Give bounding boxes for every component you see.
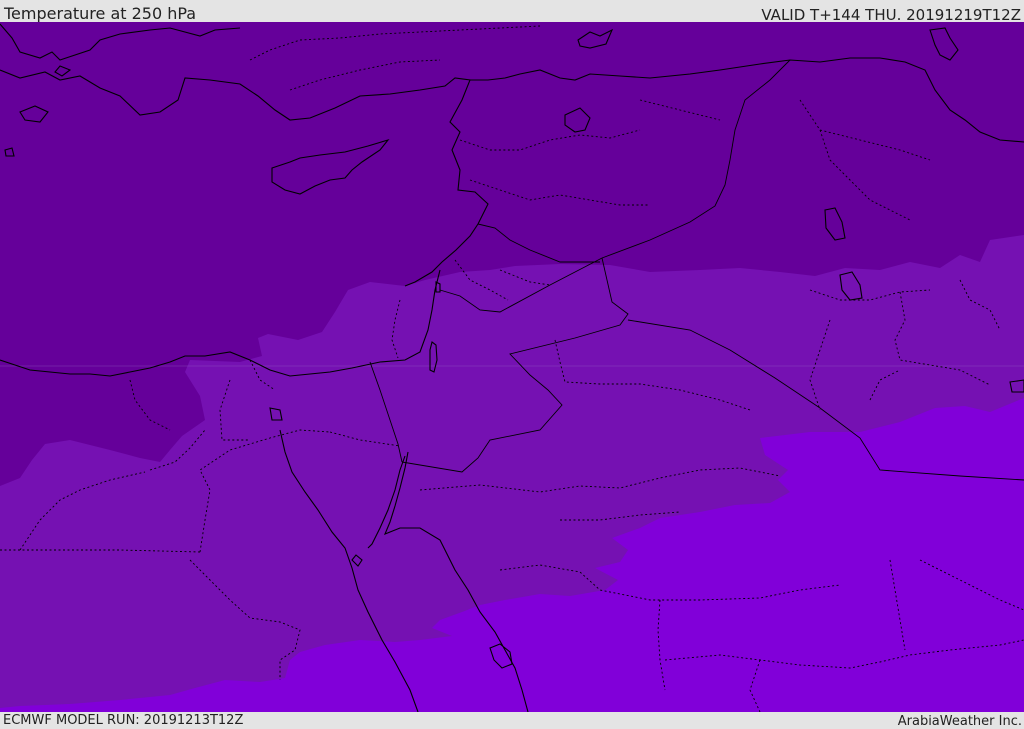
footer-bar: ECMWF MODEL RUN: 20191213T12Z ArabiaWeat… bbox=[0, 712, 1024, 729]
map-canvas[interactable] bbox=[0, 22, 1024, 712]
map-title: Temperature at 250 hPa bbox=[4, 4, 197, 23]
model-run-label: ECMWF MODEL RUN: 20191213T12Z bbox=[3, 713, 244, 728]
credit-label: ArabiaWeather Inc. bbox=[897, 714, 1022, 729]
header-bar: Temperature at 250 hPa VALID T+144 THU. … bbox=[0, 0, 1024, 24]
weather-map-page: Temperature at 250 hPa VALID T+144 THU. … bbox=[0, 0, 1024, 729]
map-svg bbox=[0, 22, 1024, 712]
